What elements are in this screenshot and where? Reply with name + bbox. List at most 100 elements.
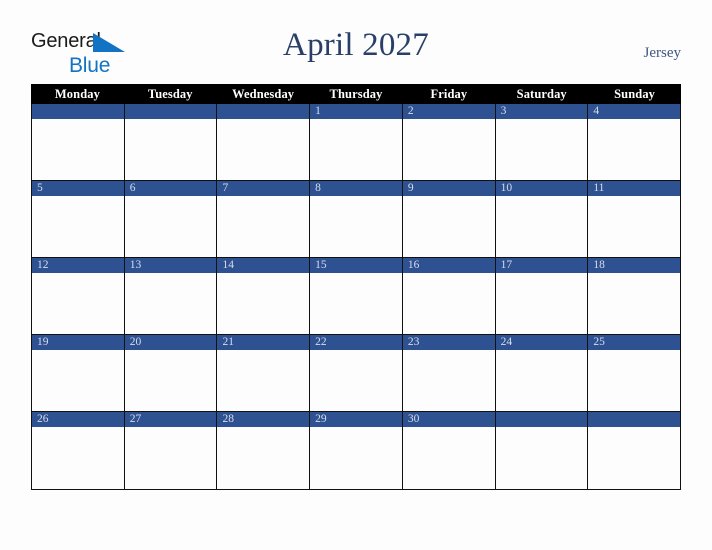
day-cell[interactable]: 24 xyxy=(495,335,589,412)
day-events-area[interactable] xyxy=(588,196,681,258)
day-cell[interactable] xyxy=(124,104,218,181)
page-header: General Blue April 2027 Jersey xyxy=(0,0,712,84)
day-events-area[interactable] xyxy=(32,427,124,489)
day-events-area[interactable] xyxy=(310,196,402,258)
day-cell[interactable]: 29 xyxy=(310,412,403,489)
day-cell[interactable]: 21 xyxy=(217,335,311,412)
day-number: 9 xyxy=(402,181,495,196)
day-number xyxy=(588,412,681,427)
day-cell[interactable] xyxy=(217,104,311,181)
day-events-area[interactable] xyxy=(588,427,681,489)
day-events-area[interactable] xyxy=(32,273,124,335)
day-cell[interactable]: 30 xyxy=(402,412,496,489)
week-row: 1 2 3 4 xyxy=(32,104,681,181)
day-events-area[interactable] xyxy=(402,273,495,335)
day-events-area[interactable] xyxy=(217,119,310,181)
day-number xyxy=(124,104,217,119)
day-number: 29 xyxy=(310,412,402,427)
day-cell[interactable]: 26 xyxy=(32,412,125,489)
day-cell[interactable]: 11 xyxy=(588,181,681,258)
day-cell[interactable]: 10 xyxy=(495,181,589,258)
location-label: Jersey xyxy=(643,45,682,61)
weekday-header-friday: Friday xyxy=(430,87,468,101)
day-events-area[interactable] xyxy=(402,350,495,412)
day-events-area[interactable] xyxy=(588,273,681,335)
day-cell[interactable]: 25 xyxy=(588,335,681,412)
day-cell[interactable]: 6 xyxy=(124,181,218,258)
day-cell[interactable]: 27 xyxy=(124,412,218,489)
day-cell[interactable]: 2 xyxy=(402,104,496,181)
calendar-weeks: 1 2 3 4 5 6 7 8 9 10 11 12 13 14 15 16 1… xyxy=(31,104,681,490)
day-events-area[interactable] xyxy=(495,427,588,489)
day-number: 7 xyxy=(217,181,310,196)
day-events-area[interactable] xyxy=(402,119,495,181)
day-cell[interactable] xyxy=(588,412,681,489)
day-events-area[interactable] xyxy=(310,273,402,335)
day-cell[interactable]: 17 xyxy=(495,258,589,335)
day-number: 21 xyxy=(217,335,310,350)
day-number: 16 xyxy=(402,258,495,273)
day-events-area[interactable] xyxy=(32,196,124,258)
day-events-area[interactable] xyxy=(495,119,588,181)
day-events-area[interactable] xyxy=(217,427,310,489)
day-number: 24 xyxy=(495,335,588,350)
day-cell[interactable]: 19 xyxy=(32,335,125,412)
day-events-area[interactable] xyxy=(588,119,681,181)
day-number xyxy=(32,104,124,119)
day-number: 14 xyxy=(217,258,310,273)
day-cell[interactable] xyxy=(495,412,589,489)
day-cell[interactable]: 1 xyxy=(310,104,403,181)
day-cell[interactable]: 13 xyxy=(124,258,218,335)
day-events-area[interactable] xyxy=(402,427,495,489)
day-events-area[interactable] xyxy=(124,273,217,335)
day-cell[interactable] xyxy=(32,104,125,181)
day-events-area[interactable] xyxy=(310,119,402,181)
day-number: 17 xyxy=(495,258,588,273)
day-cell[interactable]: 18 xyxy=(588,258,681,335)
day-cell[interactable]: 12 xyxy=(32,258,125,335)
calendar-page: General Blue April 2027 Jersey Monday Tu… xyxy=(0,0,712,550)
day-events-area[interactable] xyxy=(402,196,495,258)
day-cell[interactable]: 14 xyxy=(217,258,311,335)
day-cell[interactable]: 23 xyxy=(402,335,496,412)
day-events-area[interactable] xyxy=(495,196,588,258)
day-events-area[interactable] xyxy=(124,196,217,258)
day-events-area[interactable] xyxy=(217,273,310,335)
day-number: 28 xyxy=(217,412,310,427)
day-events-area[interactable] xyxy=(32,119,124,181)
day-number: 18 xyxy=(588,258,681,273)
day-number: 20 xyxy=(124,335,217,350)
weekday-header-tuesday: Tuesday xyxy=(147,87,193,101)
day-cell[interactable]: 3 xyxy=(495,104,589,181)
day-cell[interactable]: 28 xyxy=(217,412,311,489)
day-events-area[interactable] xyxy=(124,119,217,181)
day-number: 10 xyxy=(495,181,588,196)
day-cell[interactable]: 20 xyxy=(124,335,218,412)
day-events-area[interactable] xyxy=(310,427,402,489)
weekday-header-wednesday: Wednesday xyxy=(232,87,295,101)
day-events-area[interactable] xyxy=(588,350,681,412)
day-cell[interactable]: 7 xyxy=(217,181,311,258)
day-number: 25 xyxy=(588,335,681,350)
week-row: 26 27 28 29 30 xyxy=(32,412,681,489)
day-events-area[interactable] xyxy=(495,273,588,335)
day-events-area[interactable] xyxy=(217,350,310,412)
day-cell[interactable]: 9 xyxy=(402,181,496,258)
day-number: 23 xyxy=(402,335,495,350)
day-events-area[interactable] xyxy=(310,350,402,412)
day-number: 30 xyxy=(402,412,495,427)
day-cell[interactable]: 8 xyxy=(310,181,403,258)
day-cell[interactable]: 4 xyxy=(588,104,681,181)
day-cell[interactable]: 15 xyxy=(310,258,403,335)
day-cell[interactable]: 16 xyxy=(402,258,496,335)
day-events-area[interactable] xyxy=(217,196,310,258)
day-events-area[interactable] xyxy=(32,350,124,412)
day-number xyxy=(217,104,310,119)
day-events-area[interactable] xyxy=(495,350,588,412)
day-number: 2 xyxy=(402,104,495,119)
day-number xyxy=(495,412,588,427)
day-events-area[interactable] xyxy=(124,350,217,412)
day-cell[interactable]: 5 xyxy=(32,181,125,258)
day-events-area[interactable] xyxy=(124,427,217,489)
day-cell[interactable]: 22 xyxy=(310,335,403,412)
